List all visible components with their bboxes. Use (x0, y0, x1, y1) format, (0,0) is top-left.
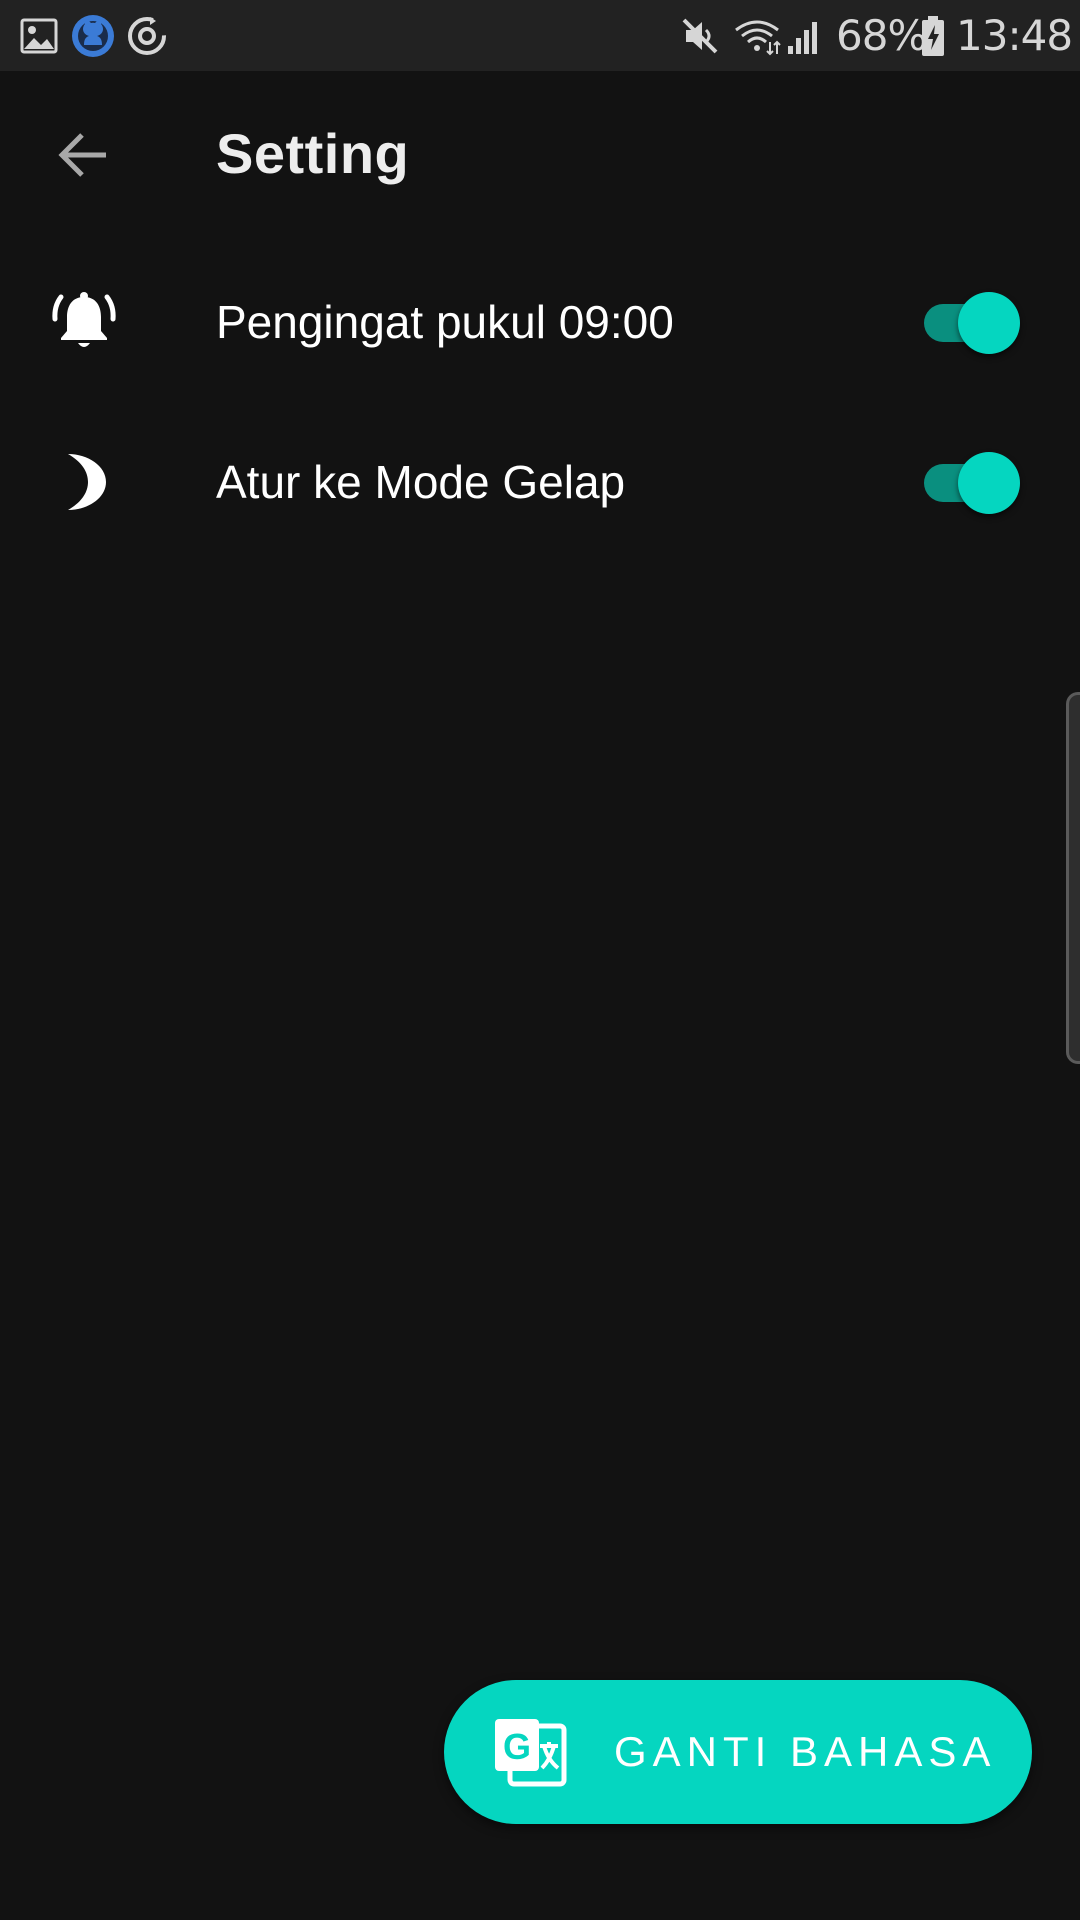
github-icon (71, 0, 115, 71)
dark-mode-label: Atur ke Mode Gelap (216, 456, 626, 508)
sync-icon (126, 0, 168, 71)
gallery-icon (20, 0, 58, 71)
reminder-toggle[interactable] (918, 292, 1022, 354)
switch-thumb (958, 452, 1020, 514)
status-time: 13:48 (956, 11, 1073, 60)
reminder-label: Pengingat pukul 09:00 (216, 296, 674, 348)
svg-text:G: G (503, 1726, 531, 1767)
alarm-bell-icon (48, 242, 120, 402)
switch-thumb (958, 292, 1020, 354)
setting-row-dark-mode[interactable]: Atur ke Mode Gelap (0, 402, 1080, 562)
page-title: Setting (216, 122, 410, 185)
wifi-icon (732, 0, 782, 71)
battery-charging-icon (920, 0, 946, 71)
translate-icon: G (495, 1719, 567, 1787)
settings-screen: 68% 13:48 Setting Pengingat pukul 09:00 … (0, 0, 1080, 1920)
battery-percent: 68% (836, 11, 927, 60)
mute-icon (680, 0, 720, 71)
change-language-button[interactable]: G GANTI BAHASA (444, 1680, 1032, 1824)
edge-panel-handle[interactable] (1066, 692, 1080, 1064)
arrow-back-icon (58, 133, 106, 177)
signal-icon (786, 0, 824, 71)
dark-mode-toggle[interactable] (918, 452, 1022, 514)
moon-icon (48, 402, 120, 562)
status-bar: 68% 13:48 (0, 0, 1080, 71)
back-button[interactable] (40, 111, 128, 199)
setting-row-reminder[interactable]: Pengingat pukul 09:00 (0, 242, 1080, 402)
toolbar: Setting (0, 71, 1080, 243)
fab-label: GANTI BAHASA (614, 1728, 997, 1775)
